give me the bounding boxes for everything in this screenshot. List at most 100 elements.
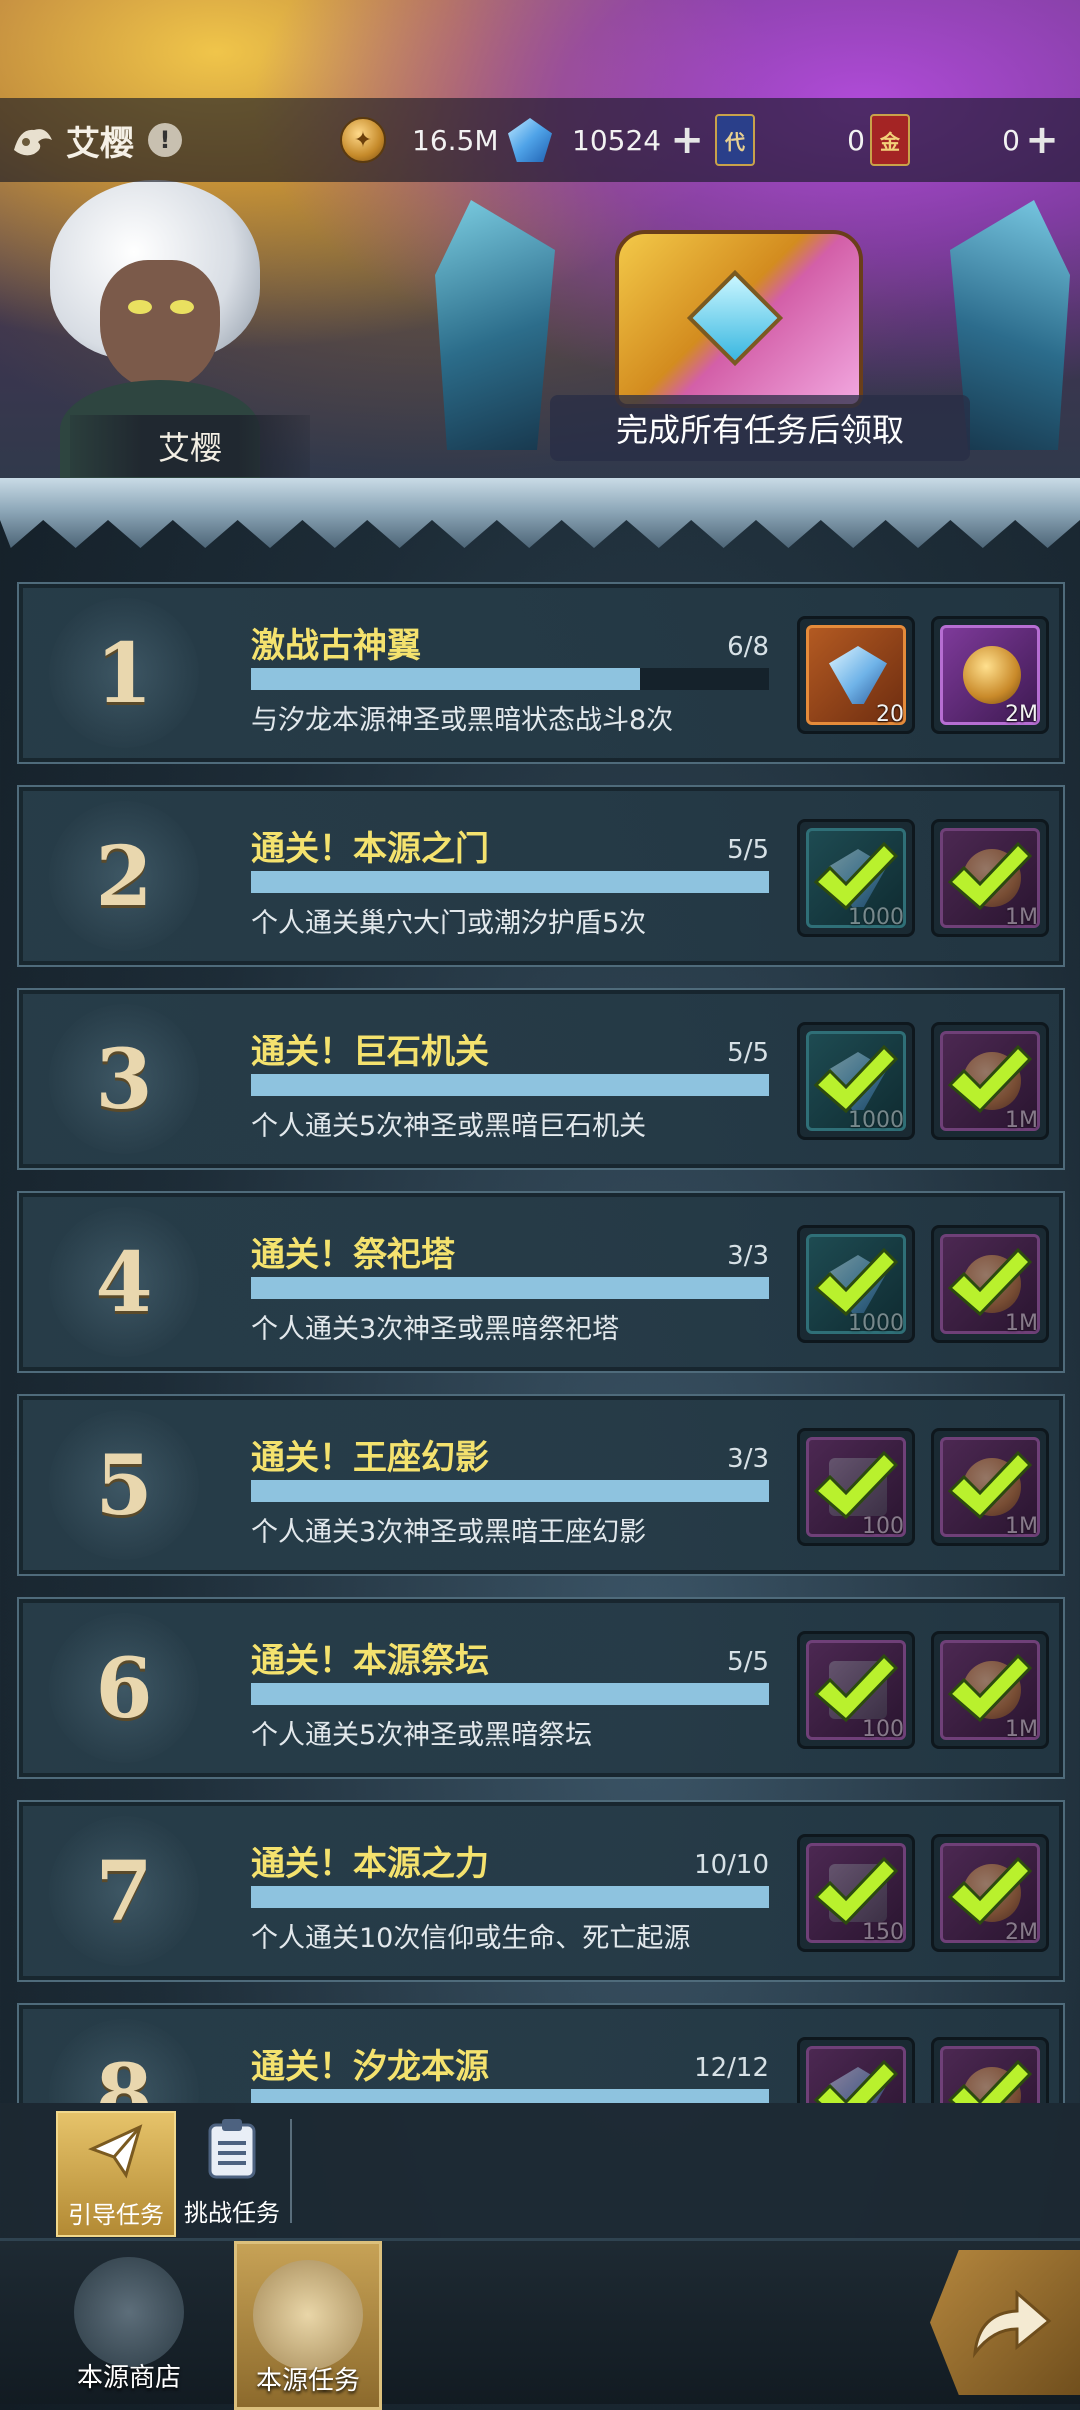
task-description: 个人通关10次信仰或生命、死亡起源 xyxy=(251,1923,691,1954)
nav-origin-quests[interactable]: 本源任务 xyxy=(234,2241,382,2410)
crystal-shard-icon xyxy=(829,1052,887,1110)
add-card-button[interactable]: + xyxy=(1022,117,1062,163)
reward-claimed[interactable]: 1M xyxy=(931,819,1049,937)
reward-claimed[interactable] xyxy=(797,2037,915,2103)
reward-claimed[interactable]: 1000 xyxy=(797,1225,915,1343)
task-description: 个人通关5次神圣或黑暗祭坛 xyxy=(251,1720,593,1751)
portrait-name-label: 艾樱 xyxy=(70,415,310,477)
gold-coin-icon xyxy=(963,1661,1021,1719)
reward-quantity: 150 xyxy=(862,1920,904,1945)
task-description: 个人通关巢穴大门或潮汐护盾5次 xyxy=(251,908,647,939)
tab-divider xyxy=(290,2119,292,2223)
task-progress-bar xyxy=(251,668,769,690)
task-progress-fill xyxy=(251,1277,769,1299)
reward-quantity: 2M xyxy=(1005,702,1038,727)
task-progress-bar xyxy=(251,1277,769,1299)
guild-emblem-icon xyxy=(14,129,52,156)
task-description: 个人通关3次神圣或黑暗祭祀塔 xyxy=(251,1314,620,1345)
reward-claimed[interactable]: 1M xyxy=(931,1022,1049,1140)
crystal-shard-icon xyxy=(829,646,887,704)
scroll-quest-icon xyxy=(253,2260,363,2370)
reward-claimed[interactable]: 1M xyxy=(931,1428,1049,1546)
reward-quantity: 20 xyxy=(876,702,904,727)
task-progress-bar xyxy=(251,1480,769,1502)
reward-frame xyxy=(806,2046,906,2103)
tab-challenge-tasks-label: 挑战任务 xyxy=(184,2199,280,2227)
diamond-currency: 10524 + xyxy=(508,98,707,182)
hero-eye-right xyxy=(170,300,194,314)
reward-quantity: 100 xyxy=(862,1514,904,1539)
add-diamond-button[interactable]: + xyxy=(667,117,707,163)
card-a-currency: 代 0 xyxy=(715,98,865,182)
task-number: 8 xyxy=(95,2047,153,2103)
scroll-icon xyxy=(829,1864,887,1922)
task-progress-text: 5/5 xyxy=(727,1647,769,1677)
reward-quantity: 100 xyxy=(862,1717,904,1742)
task-title: 通关！汐龙本源 xyxy=(251,2047,489,2087)
task-progress-bar xyxy=(251,871,769,893)
task-card[interactable]: 7 通关！本源之力 10/10 个人通关10次信仰或生命、死亡起源 150 2M xyxy=(17,1800,1065,1982)
task-description: 个人通关3次神圣或黑暗王座幻影 xyxy=(251,1517,647,1548)
chest-gem-icon xyxy=(686,269,784,367)
task-card[interactable]: 8 通关！汐龙本源 12/12 xyxy=(17,2003,1065,2103)
reward-claimed[interactable]: 150 xyxy=(797,1834,915,1952)
task-title: 通关！本源祭坛 xyxy=(251,1641,489,1681)
reward-claimed[interactable] xyxy=(931,2037,1049,2103)
reward-quantity: 1M xyxy=(1005,1717,1038,1742)
reward-frame xyxy=(940,2046,1040,2103)
final-reward-label: 完成所有任务后领取 xyxy=(550,395,970,461)
reward-claimed[interactable]: 1000 xyxy=(797,1022,915,1140)
gold-coin-icon xyxy=(963,1052,1021,1110)
task-card[interactable]: 5 通关！王座幻影 3/3 个人通关3次神圣或黑暗王座幻影 100 1M xyxy=(17,1394,1065,1576)
task-progress-fill xyxy=(251,1683,769,1705)
final-reward-chest-area[interactable]: 完成所有任务后领取 xyxy=(430,180,1080,480)
next-arrow-button[interactable] xyxy=(930,2250,1080,2395)
resource-bar: 艾樱 ! ✦ 16.5M 10524 + 代 0 金 0 + xyxy=(0,98,1080,182)
task-card[interactable]: 2 通关！本源之门 5/5 个人通关巢穴大门或潮汐护盾5次 1000 1M xyxy=(17,785,1065,967)
task-card[interactable]: 6 通关！本源祭坛 5/5 个人通关5次神圣或黑暗祭坛 100 1M xyxy=(17,1597,1065,1779)
hero-face xyxy=(100,260,220,390)
task-progress-bar xyxy=(251,1886,769,1908)
task-progress-text: 3/3 xyxy=(727,1444,769,1474)
nav-origin-shop-label: 本源商店 xyxy=(76,2363,181,2393)
tab-guide-tasks[interactable]: 引导任务 xyxy=(56,2111,176,2237)
task-progress-fill xyxy=(251,1074,769,1096)
gold-coin-icon xyxy=(963,1458,1021,1516)
task-title: 通关！巨石机关 xyxy=(251,1032,489,1072)
gold-coin-icon: ✦ xyxy=(340,117,386,163)
task-progress-fill xyxy=(251,668,640,690)
treasure-chest-icon xyxy=(615,230,863,408)
tab-challenge-tasks[interactable]: 挑战任务 xyxy=(174,2111,290,2233)
hero-header[interactable]: 艾樱 ! xyxy=(10,98,182,182)
task-card[interactable]: 3 通关！巨石机关 5/5 个人通关5次神圣或黑暗巨石机关 1000 1M xyxy=(17,988,1065,1170)
task-card[interactable]: 4 通关！祭祀塔 3/3 个人通关3次神圣或黑暗祭祀塔 1000 1M xyxy=(17,1191,1065,1373)
gold-value: 16.5M xyxy=(412,123,499,157)
scroll-icon xyxy=(829,1661,887,1719)
reward-claimed[interactable]: 1000 xyxy=(797,819,915,937)
task-number: 1 xyxy=(95,626,153,722)
reward-item[interactable]: 20 xyxy=(797,616,915,734)
task-card[interactable]: 1 激战古神翼 6/8 与汐龙本源神圣或黑暗状态战斗8次 20 2M xyxy=(17,582,1065,764)
task-title: 通关！本源之门 xyxy=(251,829,489,869)
reward-claimed[interactable]: 1M xyxy=(931,1631,1049,1749)
reward-quantity: 1M xyxy=(1005,1311,1038,1336)
reward-claimed[interactable]: 100 xyxy=(797,1428,915,1546)
task-progress-text: 5/5 xyxy=(727,1038,769,1068)
task-number: 3 xyxy=(95,1032,153,1128)
task-number: 2 xyxy=(95,829,153,925)
reward-claimed[interactable]: 2M xyxy=(931,1834,1049,1952)
task-title: 通关！祭祀塔 xyxy=(251,1235,455,1275)
reward-quantity: 2M xyxy=(1005,1920,1038,1945)
reward-claimed[interactable]: 1M xyxy=(931,1225,1049,1343)
reward-item[interactable]: 2M xyxy=(931,616,1049,734)
card-a-count: 0 xyxy=(847,123,865,157)
nav-origin-shop[interactable]: 本源商店 xyxy=(58,2241,200,2404)
warning-icon[interactable]: ! xyxy=(148,123,182,157)
tab-guide-tasks-label: 引导任务 xyxy=(68,2201,164,2229)
task-list[interactable]: 1 激战古神翼 6/8 与汐龙本源神圣或黑暗状态战斗8次 20 2M 2 通关！… xyxy=(0,548,1080,2103)
diamond-icon xyxy=(508,118,552,162)
task-description: 与汐龙本源神圣或黑暗状态战斗8次 xyxy=(251,705,674,736)
task-progress-fill xyxy=(251,871,769,893)
task-number: 6 xyxy=(95,1641,153,1737)
reward-claimed[interactable]: 100 xyxy=(797,1631,915,1749)
